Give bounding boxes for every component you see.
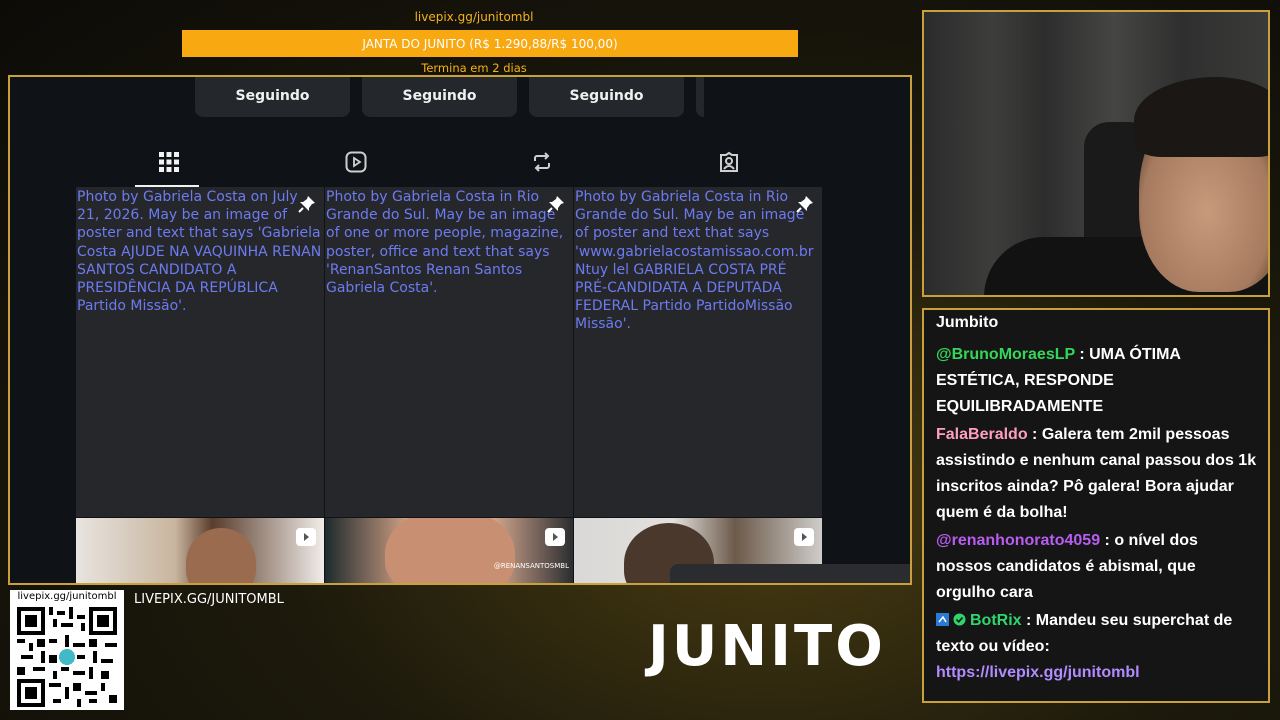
tagged-icon	[719, 151, 738, 172]
pin-icon	[298, 196, 315, 213]
verified-icon	[953, 613, 966, 626]
tab-tagged[interactable]	[636, 137, 823, 187]
tab-reels[interactable]	[263, 137, 450, 187]
qr-label: livepix.gg/junitombl	[17, 591, 117, 602]
qr-code	[17, 607, 117, 707]
following-button-partial[interactable]	[696, 77, 704, 117]
webcam-feed	[922, 10, 1270, 297]
brand-logo: JUNITO	[648, 614, 886, 679]
chat-separator: :	[1027, 426, 1042, 443]
chat-message: BotRix : Mandeu seu superchat de texto o…	[936, 608, 1258, 686]
following-button[interactable]: Seguindo	[362, 77, 517, 117]
post-alt-text: Photo by Gabriela Costa on July 21, 2026…	[77, 189, 322, 315]
pix-logo-icon	[59, 649, 75, 665]
tab-reposts[interactable]	[449, 137, 636, 187]
posts-grid: Photo by Gabriela Costa on July 21, 2026…	[76, 187, 822, 583]
post-alt-text: Photo by Gabriela Costa in Rio Grande do…	[575, 189, 814, 333]
reel-icon	[296, 528, 316, 546]
follow-buttons-row: Seguindo Seguindo Seguindo	[195, 77, 704, 117]
reel-icon	[794, 528, 814, 546]
goal-deadline: Termina em 2 dias	[421, 61, 527, 75]
reel-watermark: @RENANSANTOSMBL	[493, 562, 569, 570]
reel-icon	[545, 528, 565, 546]
chat-message: @renanhonorato4059 : o nível dos nossos …	[936, 528, 1258, 606]
chat-username[interactable]: BotRix	[970, 612, 1022, 629]
reel-thumbnail[interactable]	[76, 518, 324, 583]
bot-badge-icon	[936, 613, 949, 626]
repost-icon	[534, 152, 551, 172]
screen-capture: Seguindo Seguindo Seguindo Photo by Gabr…	[8, 75, 912, 585]
chat-separator: :	[1074, 346, 1090, 363]
chat-username[interactable]: @renanhonorato4059	[936, 532, 1100, 549]
chat-title: Jumbito	[936, 314, 999, 331]
goal-url: livepix.gg/junitombl	[414, 10, 534, 24]
person-thumbnail	[186, 528, 256, 583]
chat-username[interactable]: FalaBeraldo	[936, 426, 1028, 443]
pin-icon	[547, 196, 564, 213]
pin-icon	[796, 196, 813, 213]
messages-popup[interactable]	[670, 564, 910, 583]
goal-title: JANTA DO JUNITO (R$ 1.290,88/R$ 100,00)	[362, 36, 618, 51]
chat-separator: :	[1021, 612, 1036, 629]
reel-thumbnail[interactable]: @RENANSANTOSMBL	[325, 518, 573, 583]
following-button[interactable]: Seguindo	[529, 77, 684, 117]
post-tile[interactable]: Photo by Gabriela Costa in Rio Grande do…	[325, 187, 573, 517]
post-tile[interactable]: Photo by Gabriela Costa in Rio Grande do…	[574, 187, 822, 517]
person-thumbnail	[385, 518, 515, 583]
chat-separator: :	[1100, 532, 1115, 549]
profile-tabs	[76, 137, 822, 187]
streamer-hair	[1134, 77, 1268, 157]
tab-posts[interactable]	[76, 137, 263, 187]
chat-messages: @BrunoMoraesLP : UMA ÓTIMA ESTÉTICA, RES…	[936, 342, 1258, 688]
chat-link[interactable]: https://livepix.gg/junitombl	[936, 664, 1140, 681]
chat-panel: Jumbito @BrunoMoraesLP : UMA ÓTIMA ESTÉT…	[922, 308, 1270, 703]
chat-message: @BrunoMoraesLP : UMA ÓTIMA ESTÉTICA, RES…	[936, 342, 1258, 420]
reels-icon	[345, 151, 367, 173]
qr-code-card: livepix.gg/junitombl	[10, 590, 124, 710]
goal-progress-bar: JANTA DO JUNITO (R$ 1.290,88/R$ 100,00)	[182, 30, 798, 57]
chat-message: FalaBeraldo : Galera tem 2mil pessoas as…	[936, 422, 1258, 526]
grid-icon	[159, 152, 180, 172]
post-alt-text: Photo by Gabriela Costa in Rio Grande do…	[326, 189, 564, 297]
livepix-url: LIVEPIX.GG/JUNITOMBL	[134, 592, 284, 607]
chat-username[interactable]: @BrunoMoraesLP	[936, 346, 1075, 363]
post-tile[interactable]: Photo by Gabriela Costa on July 21, 2026…	[76, 187, 324, 517]
following-button[interactable]: Seguindo	[195, 77, 350, 117]
